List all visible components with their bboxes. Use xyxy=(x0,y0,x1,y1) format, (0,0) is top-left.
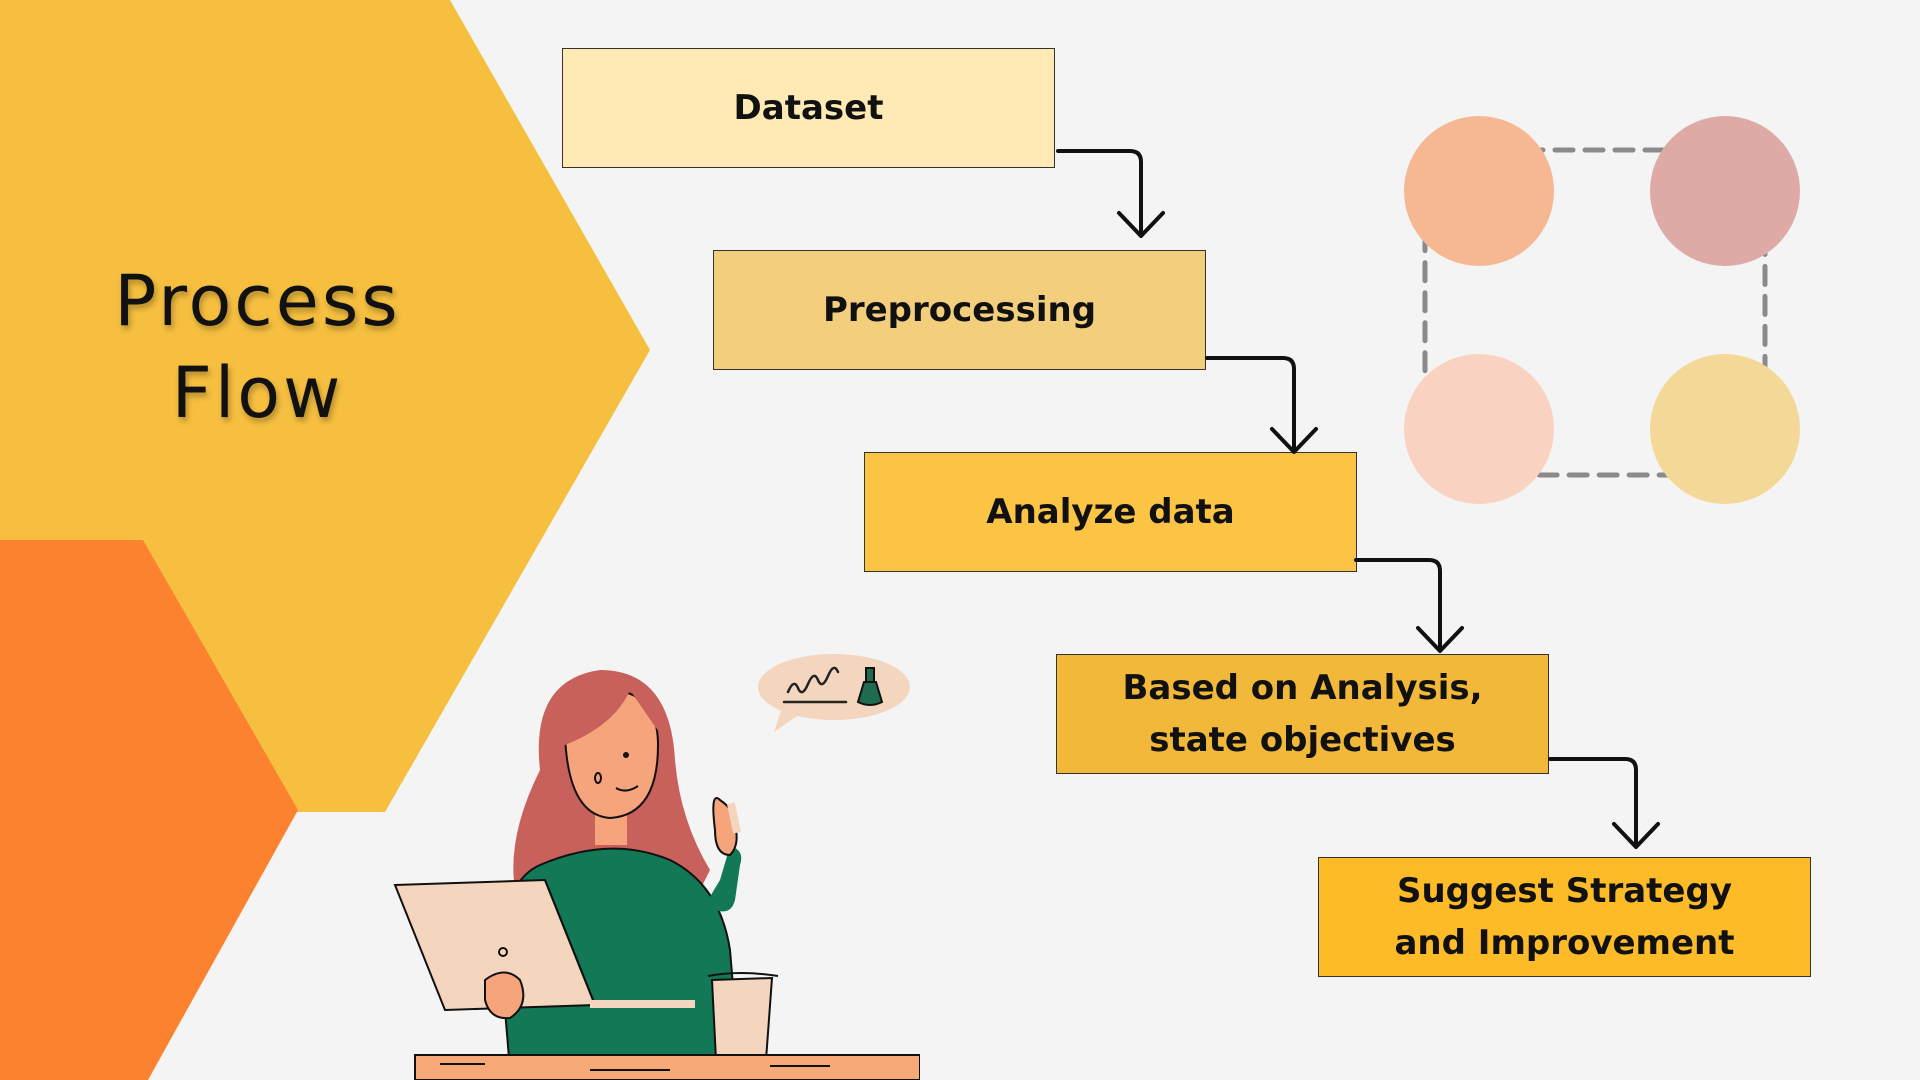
step-suggest-strategy: Suggest Strategy and Improvement xyxy=(1318,857,1811,977)
step-label-line-1: Based on Analysis, xyxy=(1122,668,1483,708)
step-label: Analyze data xyxy=(986,492,1235,532)
step-analyze-data: Analyze data xyxy=(864,452,1357,572)
circle-rose xyxy=(1650,116,1800,266)
speech-bubble xyxy=(758,654,910,732)
decorative-circles xyxy=(1404,116,1800,504)
circle-sand xyxy=(1650,354,1800,504)
step-label: Preprocessing xyxy=(822,290,1097,330)
page-title: Process Flow xyxy=(20,255,495,439)
step-label: Dataset xyxy=(733,88,884,128)
step-state-objectives: Based on Analysis, state objectives xyxy=(1056,654,1549,774)
circle-blush xyxy=(1404,354,1554,504)
step-dataset: Dataset xyxy=(562,48,1055,168)
step-label-line-2: and Improvement xyxy=(1394,923,1735,963)
woman-with-laptop-illustration xyxy=(393,654,920,1080)
title-line-1: Process xyxy=(114,260,401,342)
step-label-line-2: state objectives xyxy=(1149,720,1456,760)
title-line-2: Flow xyxy=(171,352,344,434)
circle-peach xyxy=(1404,116,1554,266)
step-preprocessing: Preprocessing xyxy=(713,250,1206,370)
step-label-line-1: Suggest Strategy xyxy=(1396,871,1732,911)
